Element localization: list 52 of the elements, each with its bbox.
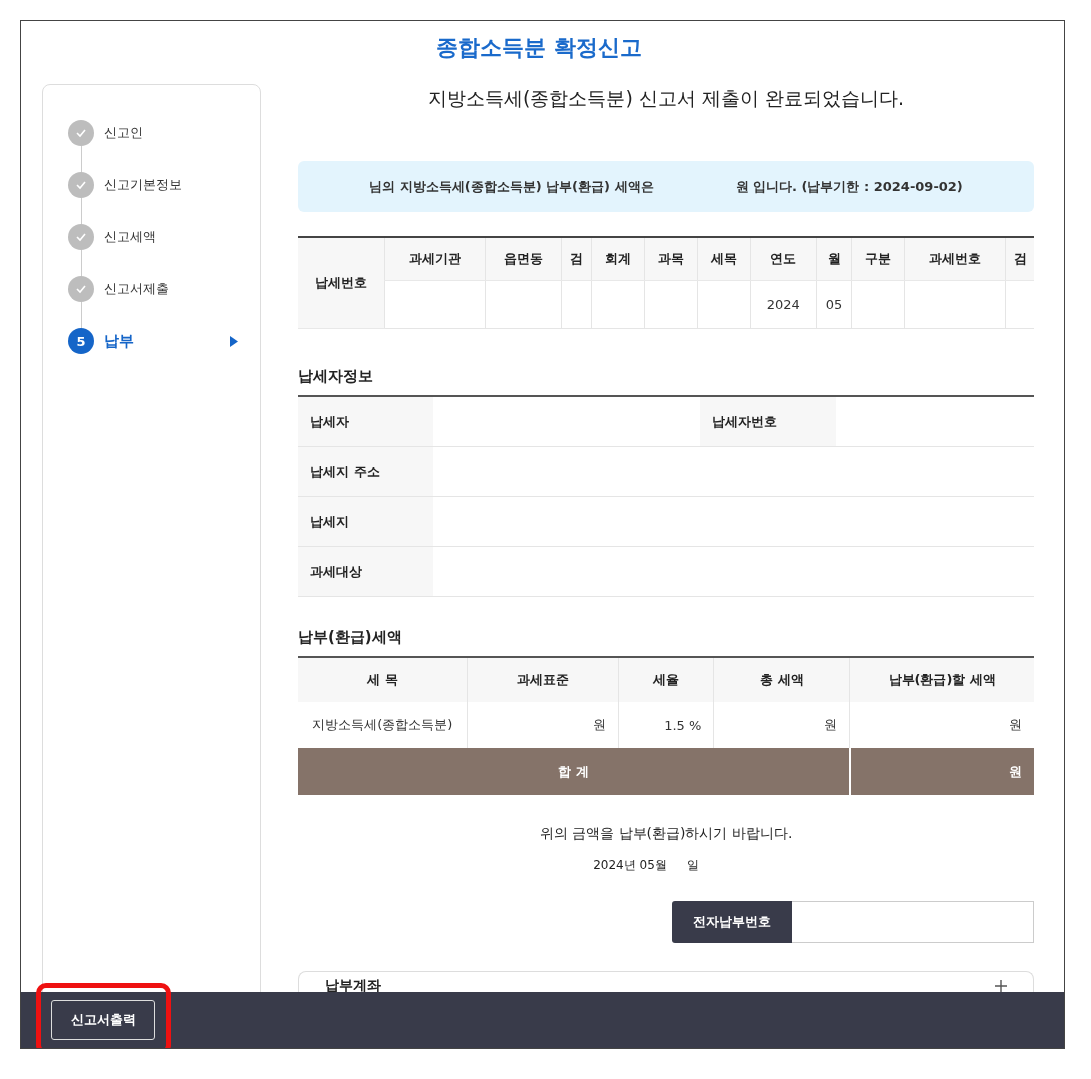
- column-heading: 세율: [618, 657, 714, 702]
- section-title: 납부(환급)세액: [298, 627, 403, 648]
- step-item[interactable]: 신고인: [104, 124, 143, 142]
- field-label: 과세대상: [298, 546, 433, 597]
- column-heading: 과목: [644, 237, 698, 281]
- payment-number-field[interactable]: [792, 901, 1034, 943]
- field-label: 납세지: [298, 496, 433, 547]
- column-heading: 연도: [750, 237, 817, 281]
- notice-text: 님의 지방소득세(종합소득분) 납부(환급) 세액은: [369, 177, 654, 196]
- column-heading: 구분: [851, 237, 905, 281]
- notice-text: 원 입니다. (납부기한 : 2024-09-02): [735, 177, 963, 196]
- table-cell: 2024: [750, 280, 817, 329]
- row-heading: 납세번호: [298, 237, 385, 329]
- table-cell: 지방소득세(종합소득분): [298, 702, 468, 748]
- field-label: 납세지 주소: [298, 446, 433, 497]
- step-item[interactable]: 신고세액: [104, 228, 156, 246]
- date-text: 일: [686, 857, 699, 874]
- field-label: 전자납부번호: [672, 901, 792, 943]
- step-item[interactable]: 신고기본정보: [104, 176, 182, 194]
- column-heading: 과세번호: [905, 237, 1006, 281]
- column-heading: 검: [1005, 237, 1034, 281]
- request-text: 위의 금액을 납부(환급)하시기 바랍니다.: [538, 825, 794, 843]
- field-label: 납세자: [298, 396, 433, 447]
- triangle-icon: [230, 335, 238, 347]
- column-heading: 세목: [697, 237, 751, 281]
- check-icon: [68, 276, 94, 302]
- step-item[interactable]: 납부: [104, 331, 134, 351]
- total-label: 합 계: [298, 748, 850, 795]
- print-button[interactable]: 신고서출력: [51, 1000, 155, 1040]
- column-heading: 회계: [591, 237, 645, 281]
- plus-icon: [995, 980, 1007, 992]
- column-heading: 검: [561, 237, 592, 281]
- column-heading: 총 세액: [713, 657, 850, 702]
- column-heading: 읍면동: [485, 237, 562, 281]
- total-value: 원: [849, 748, 1034, 795]
- column-heading: 월: [816, 237, 852, 281]
- check-icon: [68, 172, 94, 198]
- column-heading: 과세표준: [467, 657, 619, 702]
- page-title: 종합소득분 확정신고: [435, 34, 643, 62]
- check-icon: [68, 120, 94, 146]
- column-heading: 과세기관: [384, 237, 486, 281]
- field-label: 납세자번호: [700, 396, 836, 447]
- step-item[interactable]: 신고서제출: [104, 280, 169, 298]
- panel-title: 납부계좌: [325, 977, 381, 994]
- section-title: 납세자정보: [298, 366, 374, 387]
- step-number: 5: [68, 328, 94, 354]
- table-cell: 05: [816, 280, 852, 329]
- date-text: 2024년 05월: [593, 857, 667, 874]
- check-icon: [68, 224, 94, 250]
- column-heading: 납부(환급)할 세액: [849, 657, 1034, 702]
- column-heading: 세 목: [298, 657, 468, 702]
- completion-message: 지방소득세(종합소득분) 신고서 제출이 완료되었습니다.: [427, 86, 905, 111]
